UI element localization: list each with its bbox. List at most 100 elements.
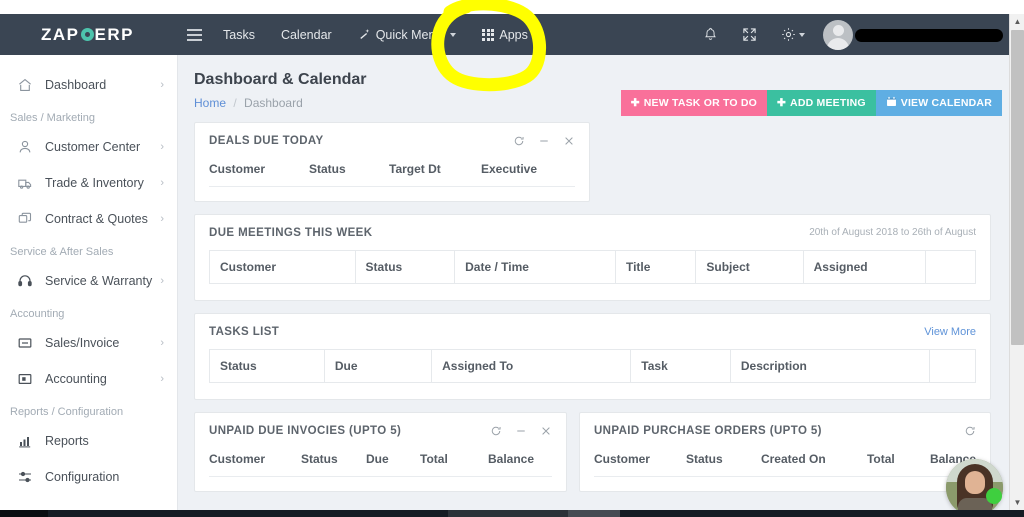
column-status: Status (309, 162, 346, 176)
add-meeting-button[interactable]: ✚ ADD MEETING (767, 90, 876, 116)
column-balance: Balance (488, 452, 535, 466)
sidebar-item-accounting[interactable]: Accounting › (0, 361, 177, 397)
panel-tasks-list: TASKS LIST View More Status Due Assigned… (194, 313, 991, 400)
gear-icon[interactable] (769, 19, 817, 50)
panel-deals-due-today: DEALS DUE TODAY Customer Status Target D… (194, 122, 590, 202)
close-icon[interactable] (563, 135, 575, 149)
brand-logo[interactable]: ZAP ERP (0, 25, 175, 45)
panel-unpaid-invoices: UNPAID DUE INVOCIES (UPTO 5) Customer St… (194, 412, 567, 492)
sidebar-header-service: Service & After Sales (10, 246, 114, 258)
panel-header: UNPAID PURCHASE ORDERS (UPTO 5) (594, 425, 976, 439)
fullscreen-icon[interactable] (730, 19, 769, 50)
sidebar-item-reports[interactable]: Reports (0, 423, 177, 459)
column-customer: Customer (209, 452, 266, 466)
headset-icon (17, 273, 45, 289)
page-title: Dashboard & Calendar (194, 71, 367, 88)
view-calendar-button[interactable]: VIEW CALENDAR (875, 90, 1002, 116)
panel-title-unpaid-invoices: UNPAID DUE INVOCIES (UPTO 5) (209, 425, 402, 437)
taskbar-segment (568, 510, 620, 517)
view-more-link[interactable]: View More (924, 326, 976, 338)
scroll-down-arrow-icon[interactable]: ▼ (1010, 495, 1024, 510)
sidebar-item-service-warranty[interactable]: Service & Warranty › (0, 263, 177, 299)
due-meetings-date-range: 20th of August 2018 to 26th of August (809, 227, 976, 238)
panel-header: DUE MEETINGS THIS WEEK 20th of August 20… (209, 227, 976, 239)
user-menu[interactable] (817, 19, 1003, 50)
chevron-down-icon (799, 32, 805, 37)
scroll-up-arrow-icon[interactable]: ▲ (1010, 14, 1024, 29)
plus-icon: ✚ (630, 97, 640, 109)
column-title: Title (614, 250, 697, 284)
column-total: Total (420, 452, 448, 466)
panel-title-tasks-list: TASKS LIST (209, 326, 280, 338)
calendar-icon (886, 96, 897, 110)
sidebar-header-accounting: Accounting (10, 308, 65, 320)
chevron-down-icon (450, 32, 457, 37)
panel-header: TASKS LIST View More (209, 326, 976, 338)
nav-item-apps-label: Apps (499, 27, 528, 42)
column-created-on: Created On (760, 452, 826, 466)
column-status: Status (301, 452, 338, 466)
sidebar-item-contract-quotes-label: Contract & Quotes (45, 212, 148, 226)
scrollbar-thumb[interactable] (1011, 30, 1024, 345)
sidebar-item-sales-invoice-label: Sales/Invoice (45, 336, 120, 350)
hamburger-icon[interactable] (175, 18, 210, 52)
nav-items: Tasks Calendar Quick Menu Apps (175, 18, 555, 52)
new-task-button[interactable]: ✚ NEW TASK OR TO DO (620, 90, 768, 116)
chevron-right-icon: › (160, 213, 164, 225)
nav-item-apps[interactable]: Apps (469, 18, 555, 52)
column-subject: Subject (695, 250, 804, 284)
column-status: Status (209, 349, 325, 383)
page-action-buttons: ✚ NEW TASK OR TO DO ✚ ADD MEETING VIEW C… (620, 90, 1002, 116)
panel-unpaid-purchase-orders: UNPAID PURCHASE ORDERS (UPTO 5) Customer… (578, 412, 991, 492)
magic-wand-icon (359, 28, 369, 39)
nav-item-calendar[interactable]: Calendar (268, 18, 345, 52)
column-due: Due (366, 452, 389, 466)
top-navbar: ZAP ERP Tasks Calendar Quick Menu Apps (0, 14, 1009, 55)
sidebar-item-trade-inventory[interactable]: Trade & Inventory › (0, 165, 177, 201)
sidebar-header-reports: Reports / Configuration (10, 406, 124, 418)
brand-text-1: ZAP (41, 24, 80, 44)
chevron-right-icon: › (160, 79, 164, 91)
refresh-icon[interactable] (490, 425, 502, 439)
nav-item-tasks[interactable]: Tasks (210, 18, 268, 52)
column-status: Status (685, 452, 723, 466)
nav-item-tasks-label: Tasks (223, 27, 255, 42)
brand-o-icon (80, 27, 94, 41)
vertical-scrollbar[interactable]: ▲ ▼ (1009, 14, 1024, 510)
nav-item-quick-menu[interactable]: Quick Menu (345, 18, 470, 52)
column-customer: Customer (209, 250, 356, 284)
close-icon[interactable] (540, 425, 552, 439)
sidebar-item-configuration[interactable]: Configuration (0, 459, 177, 495)
truck-icon (17, 175, 45, 191)
sidebar-item-dashboard[interactable]: Dashboard › (0, 67, 177, 103)
table-tasks-list: Status Due Assigned To Task Description (209, 349, 976, 383)
column-total: Total (866, 452, 895, 466)
home-icon (17, 77, 45, 93)
table-due-meetings: Customer Status Date / Time Title Subjec… (209, 250, 976, 284)
minimize-icon[interactable] (538, 135, 550, 149)
refresh-icon[interactable] (964, 425, 976, 439)
sidebar-item-sales-invoice[interactable]: Sales/Invoice › (0, 325, 177, 361)
column-executive: Executive (481, 162, 538, 176)
sidebar-item-customer-center[interactable]: Customer Center › (0, 129, 177, 165)
taskbar-segment (448, 510, 568, 517)
sidebar-item-contract-quotes[interactable]: Contract & Quotes › (0, 201, 177, 237)
sidebar-item-trade-inventory-label: Trade & Inventory (45, 176, 144, 190)
panel-title-unpaid-purchase-orders: UNPAID PURCHASE ORDERS (UPTO 5) (593, 425, 822, 437)
copy-icon (17, 211, 45, 227)
new-task-button-label: NEW TASK OR TO DO (643, 97, 758, 109)
column-customer: Customer (209, 162, 266, 176)
column-status: Status (354, 250, 456, 284)
minimize-icon[interactable] (515, 425, 527, 439)
nav-item-calendar-label: Calendar (280, 27, 332, 42)
breadcrumb-home[interactable]: Home (194, 96, 226, 110)
panel-tools (490, 425, 552, 439)
sidebar-item-configuration-label: Configuration (45, 470, 120, 484)
panel-header: DEALS DUE TODAY (209, 135, 575, 149)
bell-icon[interactable] (691, 19, 730, 50)
chevron-right-icon: › (160, 373, 164, 385)
table-header-row: Customer Status Target Dt Executive (209, 162, 575, 187)
refresh-icon[interactable] (513, 135, 525, 149)
taskbar-segment (0, 510, 48, 517)
breadcrumb-current: Dashboard (244, 96, 303, 110)
